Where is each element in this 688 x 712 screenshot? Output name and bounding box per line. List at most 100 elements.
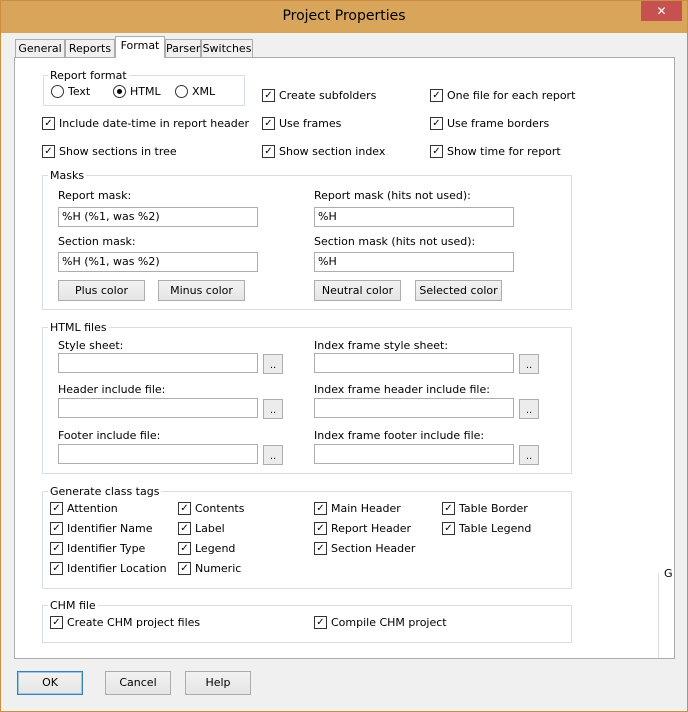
- check-icon: ✓: [178, 501, 191, 515]
- index-style-sheet-input[interactable]: [314, 353, 514, 373]
- tag-report-header-checkbox[interactable]: ✓ Report Header: [314, 521, 411, 536]
- index-footer-include-label: Index frame footer include file:: [314, 429, 485, 442]
- compile-chm-label: Compile CHM project: [331, 616, 447, 629]
- radio-text-label: Text: [68, 85, 91, 98]
- index-style-sheet-label: Index frame style sheet:: [314, 339, 449, 352]
- radio-html[interactable]: HTML: [113, 84, 161, 99]
- header-include-label: Header include file:: [58, 383, 166, 396]
- index-header-include-input[interactable]: [314, 398, 514, 418]
- tag-identifier-location-checkbox[interactable]: ✓ Identifier Location: [50, 561, 167, 576]
- report-format-label: Report format: [48, 69, 129, 82]
- include-datetime-checkbox[interactable]: ✓ Include date-time in report header: [42, 116, 250, 131]
- check-icon: ✓: [314, 521, 327, 535]
- index-header-include-label: Index frame header include file:: [314, 383, 490, 396]
- check-icon: ✓: [262, 88, 275, 102]
- create-chm-label: Create CHM project files: [67, 616, 201, 629]
- radio-text-indicator: [51, 84, 64, 98]
- tag-label: Contents: [195, 502, 245, 515]
- tag-attention-checkbox[interactable]: ✓ Attention: [50, 501, 118, 516]
- tag-numeric-checkbox[interactable]: ✓ Numeric: [178, 561, 242, 576]
- section-mask-input[interactable]: %H (%1, was %2): [58, 252, 258, 272]
- tag-contents-checkbox[interactable]: ✓ Contents: [178, 501, 245, 516]
- include-datetime-label: Include date-time in report header: [59, 117, 250, 130]
- section-mask-nh-input[interactable]: %H: [314, 252, 514, 272]
- use-frame-borders-checkbox[interactable]: ✓ Use frame borders: [430, 116, 550, 131]
- header-include-input[interactable]: [58, 398, 258, 418]
- html-files-label: HTML files: [48, 321, 109, 334]
- check-icon: ✓: [50, 615, 63, 629]
- index-footer-include-browse-button[interactable]: ..: [519, 445, 539, 465]
- report-mask-input[interactable]: %H (%1, was %2): [58, 207, 258, 227]
- use-frames-checkbox[interactable]: ✓ Use frames: [262, 116, 341, 131]
- radio-html-indicator: [113, 84, 126, 98]
- show-time-checkbox[interactable]: ✓ Show time for report: [430, 144, 561, 159]
- tag-label: Numeric: [195, 562, 242, 575]
- tag-identifier-type-checkbox[interactable]: ✓ Identifier Type: [50, 541, 146, 556]
- footer-include-label: Footer include file:: [58, 429, 161, 442]
- one-file-checkbox[interactable]: ✓ One file for each report: [430, 88, 575, 103]
- neutral-color-button[interactable]: Neutral color: [314, 280, 401, 301]
- check-icon: ✓: [262, 144, 275, 158]
- create-subfolders-checkbox[interactable]: ✓ Create subfolders: [262, 88, 376, 103]
- tag-table-border-checkbox[interactable]: ✓ Table Border: [442, 501, 528, 516]
- tab-switches[interactable]: Switches: [201, 39, 253, 57]
- chm-label: CHM file: [48, 599, 98, 612]
- tag-legend-checkbox[interactable]: ✓ Legend: [178, 541, 235, 556]
- selected-color-button[interactable]: Selected color: [415, 280, 502, 301]
- close-button[interactable]: ✕: [641, 1, 682, 21]
- show-sections-tree-label: Show sections in tree: [59, 145, 177, 158]
- tag-identifier-name-checkbox[interactable]: ✓ Identifier Name: [50, 521, 153, 536]
- tag-label: Attention: [67, 502, 118, 515]
- index-footer-include-input[interactable]: [314, 444, 514, 464]
- ok-button[interactable]: OK: [17, 671, 83, 695]
- use-frame-borders-label: Use frame borders: [447, 117, 550, 130]
- tag-main-header-checkbox[interactable]: ✓ Main Header: [314, 501, 401, 516]
- tag-label: Table Legend: [459, 522, 532, 535]
- index-style-sheet-browse-button[interactable]: ..: [519, 354, 539, 374]
- radio-xml-label: XML: [192, 85, 216, 98]
- tab-general[interactable]: General: [15, 39, 65, 57]
- radio-html-label: HTML: [130, 85, 161, 98]
- check-icon: ✓: [42, 144, 55, 158]
- radio-xml[interactable]: XML: [175, 84, 216, 99]
- tab-reports[interactable]: Reports: [65, 39, 115, 57]
- check-icon: ✓: [314, 501, 327, 515]
- compile-chm-checkbox[interactable]: ✓ Compile CHM project: [314, 615, 447, 630]
- check-icon: ✓: [178, 521, 191, 535]
- help-button[interactable]: Help: [185, 671, 251, 695]
- tab-parser[interactable]: Parser: [165, 39, 201, 57]
- tag-label-checkbox[interactable]: ✓ Label: [178, 521, 225, 536]
- tag-label: Identifier Type: [67, 542, 146, 555]
- header-include-browse-button[interactable]: ..: [263, 399, 283, 419]
- show-section-index-checkbox[interactable]: ✓ Show section index: [262, 144, 385, 159]
- style-sheet-input[interactable]: [58, 353, 258, 373]
- tag-label: Section Header: [331, 542, 416, 555]
- partial-group-border: [658, 573, 659, 658]
- minus-color-button[interactable]: Minus color: [158, 280, 245, 301]
- create-chm-checkbox[interactable]: ✓ Create CHM project files: [50, 615, 201, 630]
- radio-text[interactable]: Text: [51, 84, 91, 99]
- check-icon: ✓: [50, 521, 63, 535]
- footer-include-input[interactable]: [58, 444, 258, 464]
- check-icon: ✓: [178, 541, 191, 555]
- check-icon: ✓: [442, 501, 455, 515]
- cancel-button[interactable]: Cancel: [105, 671, 171, 695]
- tag-label: Label: [195, 522, 225, 535]
- tag-table-legend-checkbox[interactable]: ✓ Table Legend: [442, 521, 532, 536]
- tag-section-header-checkbox[interactable]: ✓ Section Header: [314, 541, 416, 556]
- footer-include-browse-button[interactable]: ..: [263, 445, 283, 465]
- check-icon: ✓: [50, 541, 63, 555]
- report-mask-nh-input[interactable]: %H: [314, 207, 514, 227]
- window-title: Project Properties: [282, 8, 406, 24]
- tag-label: Identifier Location: [67, 562, 167, 575]
- title-bar: Project Properties ✕: [1, 1, 687, 33]
- plus-color-button[interactable]: Plus color: [58, 280, 145, 301]
- index-header-include-browse-button[interactable]: ..: [519, 399, 539, 419]
- check-icon: ✓: [442, 521, 455, 535]
- show-sections-tree-checkbox[interactable]: ✓ Show sections in tree: [42, 144, 177, 159]
- tab-format[interactable]: Format: [115, 36, 165, 58]
- style-sheet-browse-button[interactable]: ..: [263, 354, 283, 374]
- check-icon: ✓: [314, 615, 327, 629]
- report-mask-label: Report mask:: [58, 189, 132, 202]
- format-tab-panel: Report format Text HTML XML ✓ Create subf…: [14, 57, 675, 659]
